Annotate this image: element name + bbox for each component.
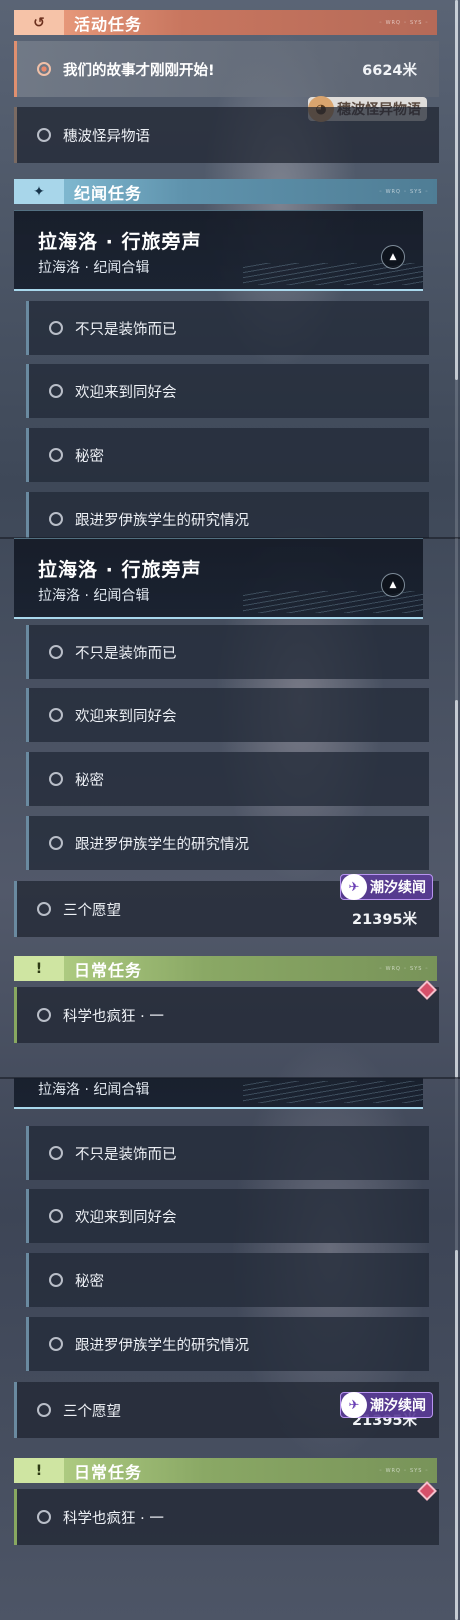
- quest-label: 不只是装饰而已: [75, 645, 177, 662]
- quest-panel-view-3: 拉海洛 · 行旅旁声 拉海洛 · 纪闻合辑 不只是装饰而已 欢迎来到同好会 秘密…: [0, 1078, 460, 1620]
- quest-radio[interactable]: [49, 384, 63, 398]
- tide-badge: ✈ 潮汐续闻: [340, 1392, 433, 1418]
- collapse-arrow-icon[interactable]: ▲: [381, 245, 405, 269]
- tide-badge-label: 潮汐续闻: [370, 880, 426, 896]
- story-group-header[interactable]: 拉海洛 · 行旅旁声 拉海洛 · 纪闻合辑 ▲: [14, 210, 423, 291]
- quest-label: 科学也疯狂 · 一: [63, 1510, 164, 1527]
- quest-radio[interactable]: [49, 1146, 63, 1160]
- quest-label: 我们的故事才刚刚开始!: [63, 62, 215, 79]
- sub-quest-row[interactable]: 欢迎来到同好会: [26, 688, 429, 742]
- story-group-header[interactable]: 拉海洛 · 行旅旁声 拉海洛 · 纪闻合辑 ▲: [14, 538, 423, 619]
- group-subtitle: 拉海洛 · 纪闻合辑: [38, 1082, 150, 1098]
- sub-quest-row[interactable]: 秘密: [26, 752, 429, 806]
- group-title: 拉海洛 · 行旅旁声: [38, 559, 202, 581]
- quest-label: 三个愿望: [63, 902, 121, 919]
- quest-radio[interactable]: [37, 902, 51, 916]
- quest-label: 不只是装饰而已: [75, 321, 177, 338]
- sub-quest-row[interactable]: 秘密: [26, 428, 429, 482]
- sub-quest-row[interactable]: 不只是装饰而已: [26, 301, 429, 355]
- sub-quest-row[interactable]: 跟进罗伊族学生的研究情况: [26, 492, 429, 538]
- quest-label: 欢迎来到同好会: [75, 1209, 177, 1226]
- quest-radio[interactable]: [49, 772, 63, 786]
- sub-quest-row[interactable]: 秘密: [26, 1253, 429, 1307]
- section-title-event: 活动任务: [74, 14, 143, 34]
- header-deco-text: ◦ WRQ ◦ SYS ◦: [379, 188, 429, 195]
- tide-badge-label: 潮汐续闻: [370, 1398, 426, 1414]
- quest-distance: 6624米: [362, 62, 417, 79]
- story-star-icon: ✦: [14, 179, 64, 204]
- group-deco-lines: [243, 1081, 423, 1103]
- quest-radio[interactable]: [37, 1510, 51, 1524]
- quest-radio[interactable]: [49, 645, 63, 659]
- sub-quest-row[interactable]: 跟进罗伊族学生的研究情况: [26, 1317, 429, 1371]
- quest-label: 跟进罗伊族学生的研究情况: [75, 836, 249, 853]
- quest-radio[interactable]: [49, 448, 63, 462]
- quest-label: 欢迎来到同好会: [75, 708, 177, 725]
- sub-quest-row[interactable]: 不只是装饰而已: [26, 625, 429, 679]
- quest-radio-selected[interactable]: [37, 62, 51, 76]
- header-deco-text: ◦ WRQ ◦ SYS ◦: [379, 1467, 429, 1474]
- section-header-event[interactable]: ↺ 活动任务 ◦ WRQ ◦ SYS ◦: [14, 10, 437, 35]
- quest-panel-view-1: ↺ 活动任务 ◦ WRQ ◦ SYS ◦ 我们的故事才刚刚开始! 6624米 ◕…: [0, 0, 460, 538]
- quest-row[interactable]: 科学也疯狂 · 一: [14, 1489, 439, 1545]
- section-title-daily: 日常任务: [74, 1462, 143, 1482]
- collapse-arrow-icon[interactable]: ▲: [381, 573, 405, 597]
- quest-radio[interactable]: [49, 708, 63, 722]
- quest-radio[interactable]: [49, 1273, 63, 1287]
- quest-label: 欢迎来到同好会: [75, 384, 177, 401]
- group-subtitle: 拉海洛 · 纪闻合辑: [38, 260, 150, 276]
- quest-label: 三个愿望: [63, 1403, 121, 1420]
- section-title-story: 纪闻任务: [74, 183, 143, 203]
- quest-row-active[interactable]: 我们的故事才刚刚开始! 6624米: [14, 41, 439, 97]
- sub-quest-row[interactable]: 欢迎来到同好会: [26, 1189, 429, 1243]
- alert-icon: !: [14, 1458, 64, 1483]
- scrollbar-thumb[interactable]: [455, 700, 458, 1078]
- alert-icon: !: [14, 956, 64, 981]
- quest-label: 不只是装饰而已: [75, 1146, 177, 1163]
- group-title: 拉海洛 · 行旅旁声: [38, 231, 202, 253]
- event-refresh-icon: ↺: [14, 10, 64, 35]
- quest-radio[interactable]: [37, 1008, 51, 1022]
- quest-label: 跟进罗伊族学生的研究情况: [75, 1337, 249, 1354]
- quest-row[interactable]: 穗波怪异物语: [14, 107, 439, 163]
- header-deco-text: ◦ WRQ ◦ SYS ◦: [379, 19, 429, 26]
- quest-radio[interactable]: [37, 1403, 51, 1417]
- scrollbar-thumb[interactable]: [455, 1250, 458, 1620]
- quest-label: 科学也疯狂 · 一: [63, 1008, 164, 1025]
- section-header-story[interactable]: ✦ 纪闻任务 ◦ WRQ ◦ SYS ◦: [14, 179, 437, 204]
- quest-label: 秘密: [75, 1273, 104, 1290]
- scrollbar-thumb[interactable]: [455, 0, 458, 380]
- section-header-daily[interactable]: ! 日常任务 ◦ WRQ ◦ SYS ◦: [14, 956, 437, 981]
- header-deco-text: ◦ WRQ ◦ SYS ◦: [379, 965, 429, 972]
- quest-panel-view-2: 拉海洛 · 行旅旁声 拉海洛 · 纪闻合辑 ▲ 不只是装饰而已 欢迎来到同好会 …: [0, 538, 460, 1078]
- quest-radio[interactable]: [49, 836, 63, 850]
- quest-label: 秘密: [75, 448, 104, 465]
- section-header-daily[interactable]: ! 日常任务 ◦ WRQ ◦ SYS ◦: [14, 1458, 437, 1483]
- quest-radio[interactable]: [49, 1209, 63, 1223]
- sub-quest-row[interactable]: 不只是装饰而已: [26, 1126, 429, 1180]
- quest-label: 穗波怪异物语: [63, 128, 150, 145]
- quest-radio[interactable]: [49, 321, 63, 335]
- quest-radio[interactable]: [37, 128, 51, 142]
- tide-badge: ✈ 潮汐续闻: [340, 874, 433, 900]
- quest-label: 跟进罗伊族学生的研究情况: [75, 512, 249, 529]
- quest-row[interactable]: 科学也疯狂 · 一: [14, 987, 439, 1043]
- wave-icon: ✈: [341, 874, 367, 900]
- quest-distance: 21395米: [352, 911, 417, 928]
- section-title-daily: 日常任务: [74, 960, 143, 980]
- quest-radio[interactable]: [49, 1337, 63, 1351]
- sub-quest-row[interactable]: 欢迎来到同好会: [26, 364, 429, 418]
- quest-radio[interactable]: [49, 512, 63, 526]
- sub-quest-row[interactable]: 跟进罗伊族学生的研究情况: [26, 816, 429, 870]
- story-group-header[interactable]: 拉海洛 · 行旅旁声 拉海洛 · 纪闻合辑: [14, 1078, 423, 1109]
- group-subtitle: 拉海洛 · 纪闻合辑: [38, 588, 150, 604]
- wave-icon: ✈: [341, 1392, 367, 1418]
- quest-label: 秘密: [75, 772, 104, 789]
